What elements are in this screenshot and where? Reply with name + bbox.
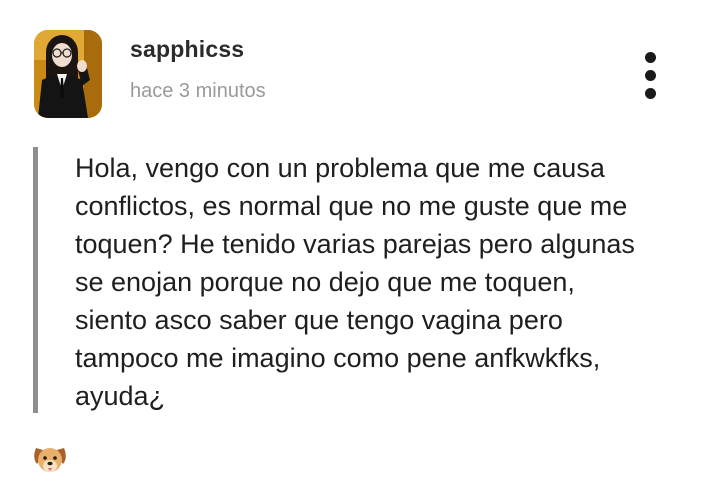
more-vertical-icon <box>645 52 656 63</box>
more-vertical-icon-dot-3 <box>645 88 656 99</box>
more-options-button[interactable] <box>636 50 666 102</box>
author-username[interactable]: sapphicss <box>130 36 244 63</box>
post-timestamp: hace 3 minutos <box>130 80 266 102</box>
post-body-text: Hola, vengo con un problema que me causa… <box>75 153 635 411</box>
quote-bar <box>33 147 38 413</box>
reaction-button[interactable] <box>32 444 68 476</box>
dog-face-emoji-icon <box>34 448 66 472</box>
avatar[interactable] <box>34 30 102 118</box>
more-vertical-icon-dot-2 <box>645 70 656 81</box>
user-avatar-photo-icon <box>34 30 102 118</box>
